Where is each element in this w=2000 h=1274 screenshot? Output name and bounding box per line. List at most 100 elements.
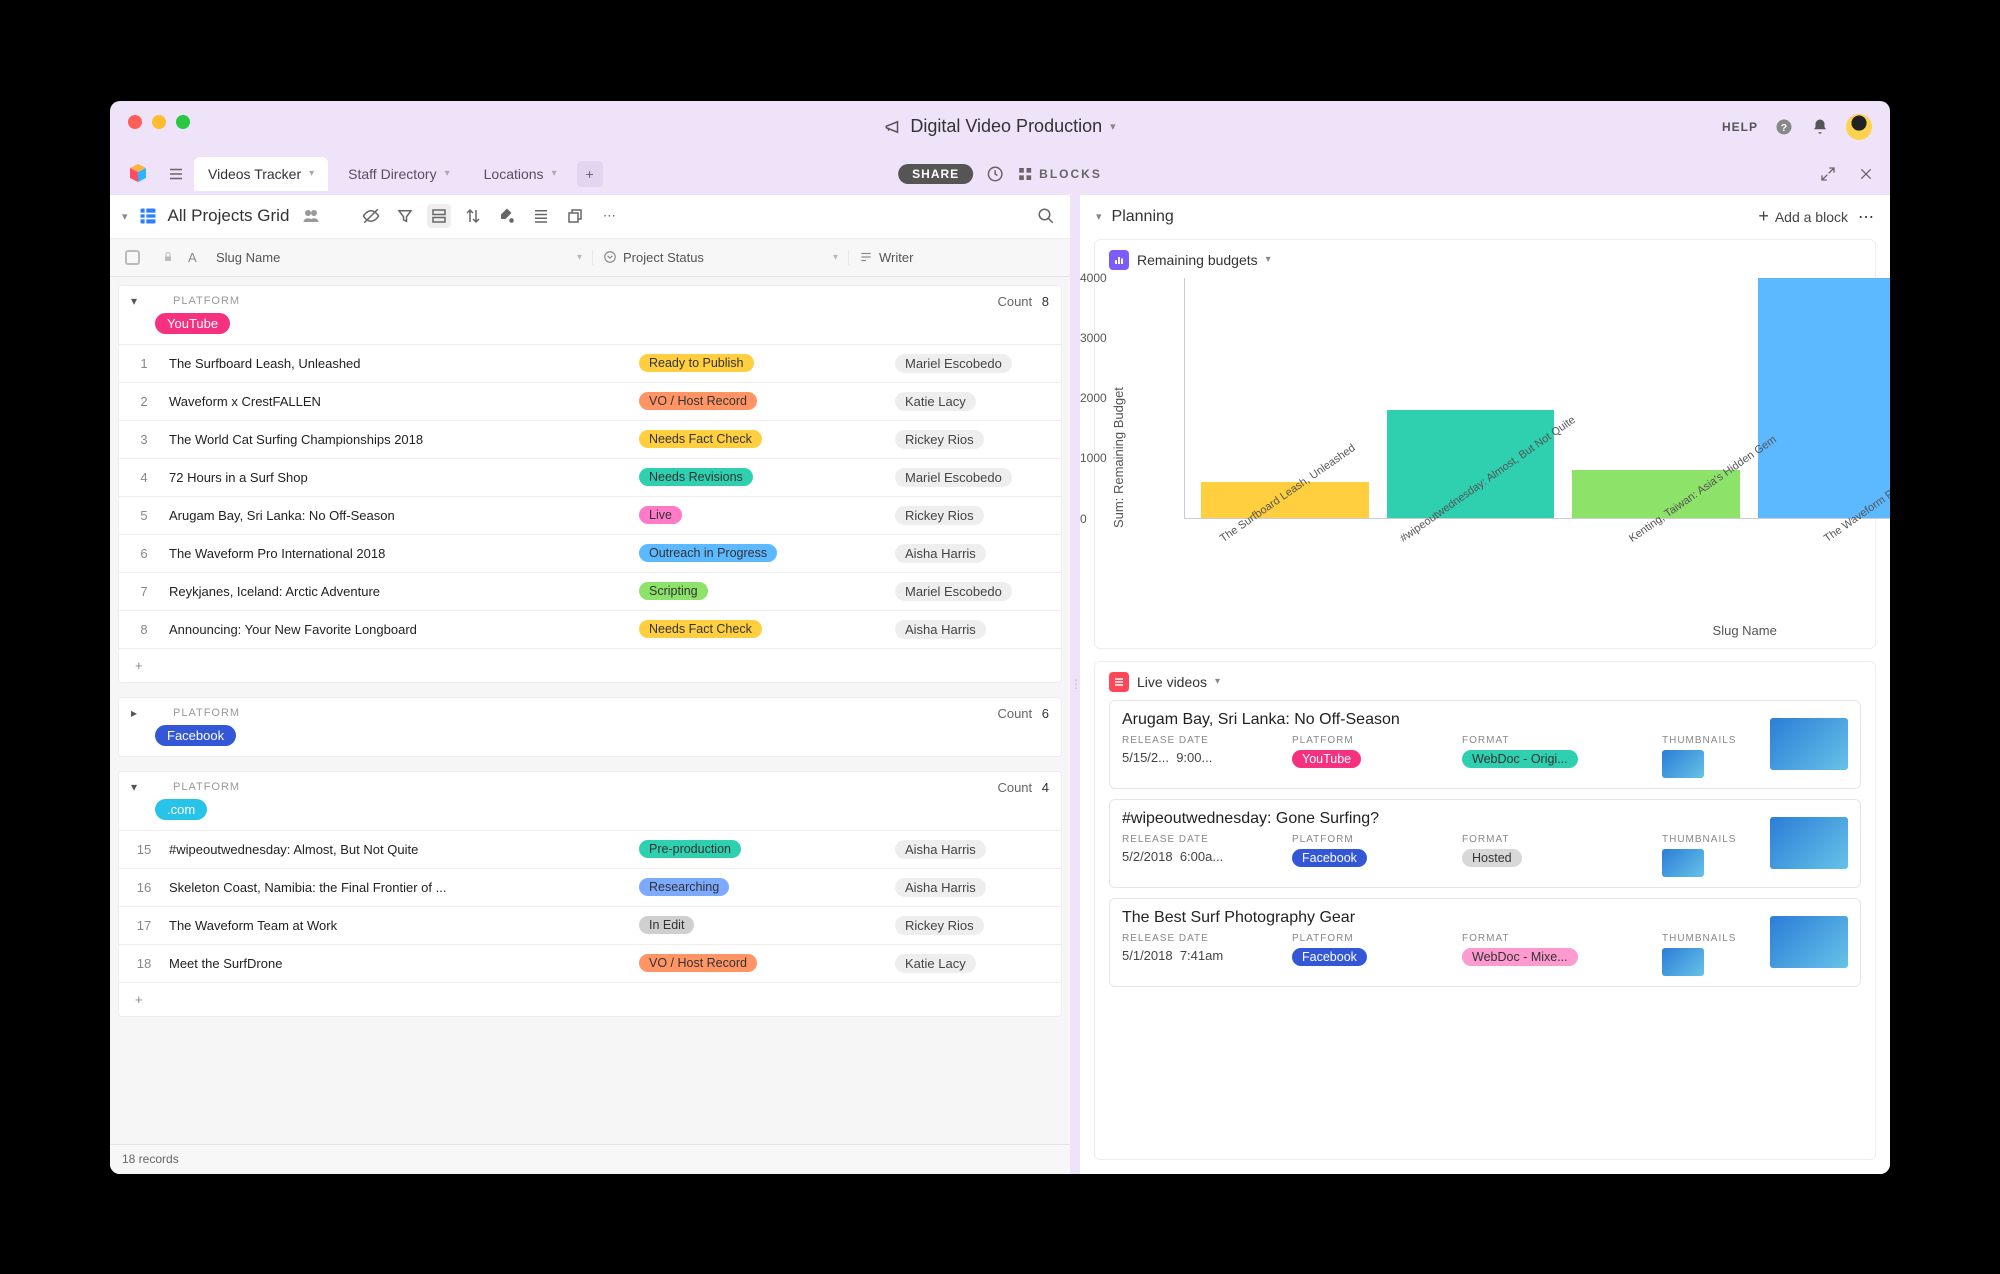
- cell-slug[interactable]: The World Cat Surfing Championships 2018: [169, 432, 639, 447]
- cell-slug[interactable]: 72 Hours in a Surf Shop: [169, 470, 639, 485]
- svg-text:?: ?: [1781, 121, 1787, 133]
- view-menu-caret-icon[interactable]: ▾: [122, 210, 128, 223]
- cell-slug[interactable]: The Surfboard Leash, Unleashed: [169, 356, 639, 371]
- sort-icon[interactable]: [461, 204, 485, 228]
- hamburger-icon[interactable]: [164, 165, 188, 183]
- collaborators-icon[interactable]: [299, 204, 323, 228]
- record-card[interactable]: #wipeoutwednesday: Gone Surfing?RELEASE …: [1109, 799, 1861, 888]
- chart-y-tick: 4000: [1080, 271, 1107, 285]
- cell-writer[interactable]: Rickey Rios: [895, 916, 1061, 935]
- card-title: Arugam Bay, Sri Lanka: No Off-Season: [1122, 711, 1760, 729]
- row-height-icon[interactable]: [529, 204, 553, 228]
- cell-slug[interactable]: Announcing: Your New Favorite Longboard: [169, 622, 639, 637]
- cell-slug[interactable]: Meet the SurfDrone: [169, 956, 639, 971]
- select-all-checkbox[interactable]: [125, 250, 140, 265]
- group-toggle-icon[interactable]: ▸: [131, 706, 149, 720]
- cell-status[interactable]: Ready to Publish: [639, 354, 895, 372]
- cell-slug[interactable]: The Waveform Pro International 2018: [169, 546, 639, 561]
- app-logo-icon[interactable]: [126, 162, 150, 186]
- cell-status[interactable]: VO / Host Record: [639, 954, 895, 972]
- thumbnail-image: [1662, 849, 1704, 877]
- table-tab[interactable]: Staff Directory▾: [334, 157, 463, 191]
- notifications-icon[interactable]: [1810, 117, 1830, 137]
- group-toggle-icon[interactable]: ▾: [131, 294, 149, 308]
- record-row[interactable]: 5Arugam Bay, Sri Lanka: No Off-SeasonLiv…: [119, 496, 1061, 534]
- group-toggle-icon[interactable]: ▾: [131, 780, 149, 794]
- expand-icon[interactable]: [1818, 164, 1838, 184]
- cell-status[interactable]: Live: [639, 506, 895, 524]
- record-card[interactable]: The Best Surf Photography GearRELEASE DA…: [1109, 898, 1861, 987]
- help-link[interactable]: HELP: [1722, 120, 1758, 134]
- cell-status[interactable]: Needs Fact Check: [639, 430, 895, 448]
- cell-slug[interactable]: #wipeoutwednesday: Almost, But Not Quite: [169, 842, 639, 857]
- view-name[interactable]: All Projects Grid: [168, 206, 290, 226]
- dashboard-menu-caret-icon[interactable]: ▾: [1096, 210, 1102, 223]
- record-row[interactable]: 15#wipeoutwednesday: Almost, But Not Qui…: [119, 830, 1061, 868]
- cell-slug[interactable]: Arugam Bay, Sri Lanka: No Off-Season: [169, 508, 639, 523]
- cell-writer[interactable]: Aisha Harris: [895, 620, 1061, 639]
- cell-slug[interactable]: Skeleton Coast, Namibia: the Final Front…: [169, 880, 639, 895]
- record-row[interactable]: 472 Hours in a Surf ShopNeeds RevisionsM…: [119, 458, 1061, 496]
- record-row[interactable]: 3The World Cat Surfing Championships 201…: [119, 420, 1061, 458]
- cell-status[interactable]: Needs Revisions: [639, 468, 895, 486]
- cell-writer[interactable]: Aisha Harris: [895, 840, 1061, 859]
- panel-resize-handle[interactable]: ⋮: [1072, 195, 1078, 1174]
- record-card[interactable]: Arugam Bay, Sri Lanka: No Off-SeasonRELE…: [1109, 700, 1861, 789]
- cell-writer[interactable]: Rickey Rios: [895, 506, 1061, 525]
- chart-block-title[interactable]: Remaining budgets: [1137, 252, 1258, 268]
- cell-status[interactable]: VO / Host Record: [639, 392, 895, 410]
- record-row[interactable]: 17The Waveform Team at WorkIn EditRickey…: [119, 906, 1061, 944]
- col-header-writer[interactable]: Writer: [848, 250, 1070, 265]
- share-view-icon[interactable]: [563, 204, 587, 228]
- record-row[interactable]: 7Reykjanes, Iceland: Arctic AdventureScr…: [119, 572, 1061, 610]
- more-icon[interactable]: ⋯: [597, 204, 621, 228]
- history-icon[interactable]: [985, 164, 1005, 184]
- cell-status[interactable]: Researching: [639, 878, 895, 896]
- cell-writer[interactable]: Aisha Harris: [895, 878, 1061, 897]
- cell-status[interactable]: Pre-production: [639, 840, 895, 858]
- cell-slug[interactable]: Waveform x CrestFALLEN: [169, 394, 639, 409]
- close-blocks-icon[interactable]: [1856, 164, 1876, 184]
- cell-writer[interactable]: Mariel Escobedo: [895, 582, 1061, 601]
- search-icon[interactable]: [1034, 204, 1058, 228]
- filter-icon[interactable]: [393, 204, 417, 228]
- record-row[interactable]: 1The Surfboard Leash, UnleashedReady to …: [119, 344, 1061, 382]
- record-row[interactable]: 2Waveform x CrestFALLENVO / Host RecordK…: [119, 382, 1061, 420]
- table-tab[interactable]: Locations▾: [470, 157, 571, 191]
- grid-body[interactable]: ▾PLATFORMCount 8YouTube1The Surfboard Le…: [110, 277, 1070, 1144]
- cell-writer[interactable]: Rickey Rios: [895, 430, 1061, 449]
- cell-writer[interactable]: Katie Lacy: [895, 954, 1061, 973]
- record-row[interactable]: 18Meet the SurfDroneVO / Host RecordKati…: [119, 944, 1061, 982]
- cell-status[interactable]: Needs Fact Check: [639, 620, 895, 638]
- live-block-title[interactable]: Live videos: [1137, 674, 1207, 690]
- cell-status[interactable]: Outreach in Progress: [639, 544, 895, 562]
- add-table-button[interactable]: +: [577, 161, 603, 187]
- hide-fields-icon[interactable]: [359, 204, 383, 228]
- cell-writer[interactable]: Katie Lacy: [895, 392, 1061, 411]
- cell-status[interactable]: In Edit: [639, 916, 895, 934]
- group-icon[interactable]: [427, 204, 451, 228]
- add-block-button[interactable]: +Add a block: [1758, 206, 1848, 227]
- cell-status[interactable]: Scripting: [639, 582, 895, 600]
- blocks-toggle[interactable]: BLOCKS: [1017, 166, 1102, 182]
- add-record-button[interactable]: +: [119, 982, 1061, 1016]
- help-icon[interactable]: ?: [1774, 117, 1794, 137]
- record-row[interactable]: 8Announcing: Your New Favorite Longboard…: [119, 610, 1061, 648]
- record-row[interactable]: 6The Waveform Pro International 2018Outr…: [119, 534, 1061, 572]
- cell-slug[interactable]: Reykjanes, Iceland: Arctic Adventure: [169, 584, 639, 599]
- dashboard-title[interactable]: Planning: [1112, 208, 1174, 226]
- share-button[interactable]: SHARE: [898, 164, 973, 184]
- cell-writer[interactable]: Mariel Escobedo: [895, 354, 1061, 373]
- add-record-button[interactable]: +: [119, 648, 1061, 682]
- cell-writer[interactable]: Aisha Harris: [895, 544, 1061, 563]
- col-header-slug[interactable]: A Slug Name ▾: [154, 250, 592, 265]
- avatar[interactable]: [1846, 114, 1872, 140]
- col-header-status[interactable]: Project Status ▾: [592, 250, 848, 265]
- cell-slug[interactable]: The Waveform Team at Work: [169, 918, 639, 933]
- table-tab[interactable]: Videos Tracker▾: [194, 157, 328, 191]
- color-icon[interactable]: [495, 204, 519, 228]
- dashboard-more-icon[interactable]: ⋯: [1858, 207, 1874, 227]
- record-row[interactable]: 16Skeleton Coast, Namibia: the Final Fro…: [119, 868, 1061, 906]
- base-title[interactable]: Digital Video Production ▾: [884, 116, 1115, 137]
- cell-writer[interactable]: Mariel Escobedo: [895, 468, 1061, 487]
